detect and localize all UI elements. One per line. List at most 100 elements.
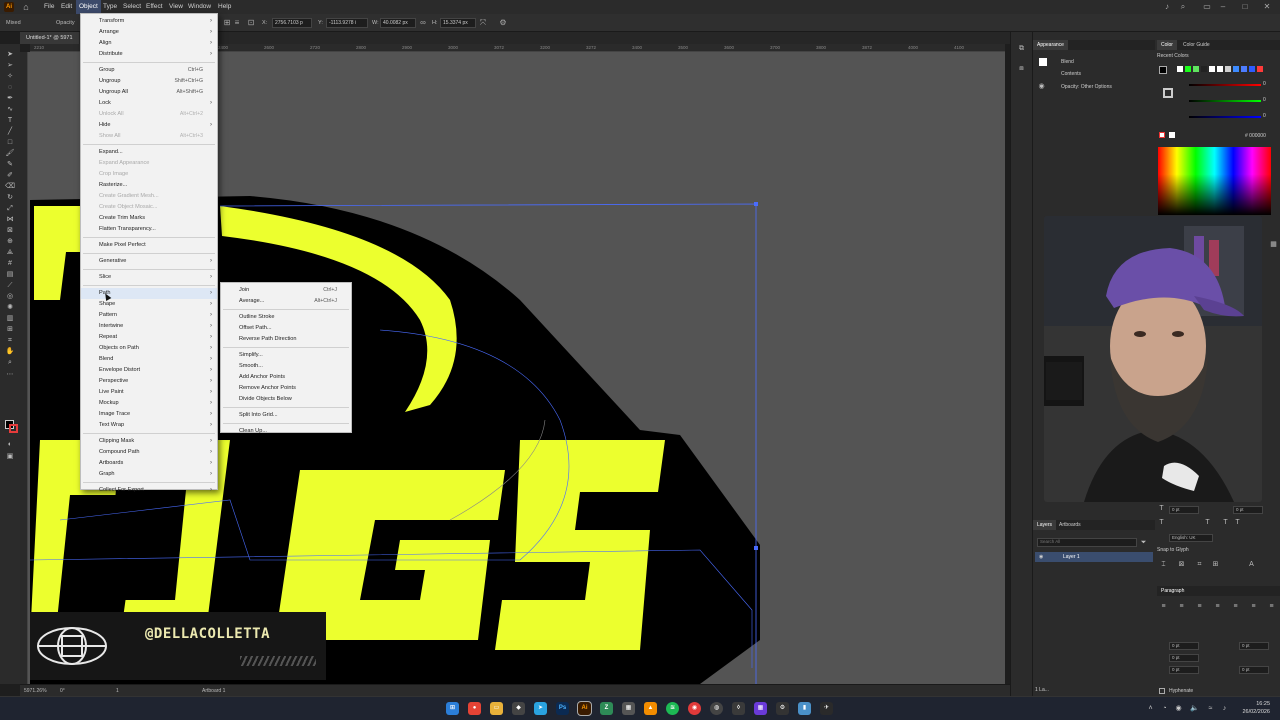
color-spectrum[interactable] — [1158, 147, 1271, 215]
visibility-eye-icon[interactable]: ◉ — [1037, 82, 1046, 91]
document-tab[interactable]: Untitled-1* @ 5971 — [20, 32, 79, 44]
menu-item-make-pixel-perfect[interactable]: Make Pixel Perfect — [81, 240, 217, 251]
mesh-tool-icon[interactable]: # — [4, 259, 16, 268]
volume-icon[interactable]: 🔈 — [1190, 704, 1199, 713]
search-icon[interactable]: ⌕ — [1178, 2, 1188, 12]
menu-item-offset-path[interactable]: Offset Path... — [221, 323, 351, 334]
menu-item-pattern[interactable]: Pattern › — [81, 310, 217, 321]
menu-view[interactable]: View — [169, 0, 183, 14]
menu-item-clean-up[interactable]: Clean Up... — [221, 426, 351, 437]
menu-item-path[interactable]: Path › — [81, 288, 217, 299]
menu-item-lock[interactable]: Lock › — [81, 98, 217, 109]
menu-item-objects-on-path[interactable]: Objects on Path › — [81, 343, 217, 354]
snap-baseline-icon[interactable]: ⌶ — [1159, 560, 1168, 569]
green-value[interactable]: 0 — [1263, 96, 1266, 104]
menu-item-arrange[interactable]: Arrange › — [81, 27, 217, 38]
menu-item-clipping-mask[interactable]: Clipping Mask › — [81, 436, 217, 447]
app-icon[interactable]: ▦ — [754, 702, 767, 715]
space-after-field[interactable]: 0 pt — [1239, 666, 1269, 674]
menu-item-outline-stroke[interactable]: Outline Stroke — [221, 312, 351, 323]
pencil-tool-icon[interactable]: ✎ — [4, 160, 16, 169]
hyphenate-checkbox[interactable] — [1159, 688, 1165, 694]
recent-color-swatch[interactable] — [1225, 66, 1231, 72]
menu-item-flatten-transparency[interactable]: Flatten Transparency... — [81, 224, 217, 235]
menu-item-live-paint[interactable]: Live Paint › — [81, 387, 217, 398]
screen-mode-icon[interactable]: ▣ — [4, 452, 16, 461]
layer-row[interactable]: ◉ Layer 1 — [1035, 552, 1153, 562]
hex-value[interactable]: # 000000 — [1245, 132, 1266, 140]
tab-color-guide[interactable]: Color Guide — [1179, 40, 1214, 50]
menu-item-ungroup-all[interactable]: Ungroup All Alt+Shift+G — [81, 87, 217, 98]
align-icon[interactable]: ⊞ — [222, 18, 232, 28]
align-center-icon[interactable]: ≡ — [1177, 602, 1186, 611]
leading-field[interactable]: 0 pt — [1233, 506, 1263, 514]
eraser-tool-icon[interactable]: ⌫ — [4, 182, 16, 191]
curvature-tool-icon[interactable]: ∿ — [4, 105, 16, 114]
blue-value[interactable]: 0 — [1263, 112, 1266, 120]
recent-color-swatch[interactable] — [1249, 66, 1255, 72]
layer-visibility-icon[interactable]: ◉ — [1039, 553, 1043, 561]
font-size-field[interactable]: 0 pt — [1169, 506, 1199, 514]
menu-edit[interactable]: Edit — [61, 0, 72, 14]
pen-tool-icon[interactable]: ✒ — [4, 94, 16, 103]
menu-item-unlock-all[interactable]: Unlock All Alt+Ctrl+2 — [81, 109, 217, 120]
paintbrush-tool-icon[interactable]: 🖌 — [4, 149, 16, 158]
vlc-icon[interactable]: ▲ — [644, 702, 657, 715]
recent-color-swatch[interactable] — [1193, 66, 1199, 72]
menu-item-divide-objects-below[interactable]: Divide Objects Below — [221, 394, 351, 405]
menu-item-mockup[interactable]: Mockup › — [81, 398, 217, 409]
menu-item-remove-anchor-points[interactable]: Remove Anchor Points — [221, 383, 351, 394]
wifi-icon[interactable]: ≈ — [1206, 704, 1215, 713]
more-tools-icon[interactable]: ⋯ — [4, 370, 16, 379]
left-indent-field[interactable]: 0 pt — [1169, 642, 1199, 650]
illustrator-taskbar-icon[interactable]: Ai — [577, 701, 592, 716]
menu-item-create-trim-marks[interactable]: Create Trim Marks — [81, 213, 217, 224]
stroke-swatch[interactable] — [9, 424, 18, 433]
menu-item-shape[interactable]: Shape › — [81, 299, 217, 310]
menu-item-expand-appearance[interactable]: Expand Appearance — [81, 158, 217, 169]
none-swatch[interactable] — [1159, 132, 1165, 138]
github-icon[interactable]: ◆ — [512, 702, 525, 715]
zoom-tool-icon[interactable]: ⌕ — [4, 358, 16, 367]
app-icon[interactable]: ▮ — [798, 702, 811, 715]
appearance-opacity-label[interactable]: Opacity: Other Options — [1061, 83, 1112, 91]
menu-item-intertwine[interactable]: Intertwine › — [81, 321, 217, 332]
windows-start-icon[interactable]: ⊞ — [446, 702, 459, 715]
tab-artboards[interactable]: Artboards — [1055, 520, 1085, 530]
hex-text[interactable]: 000000 — [1249, 133, 1266, 139]
workspace-icon[interactable]: ▭ — [1202, 2, 1212, 12]
shaper-tool-icon[interactable]: ✐ — [4, 171, 16, 180]
menu-item-ungroup[interactable]: Ungroup Shift+Ctrl+G — [81, 76, 217, 87]
recent-color-swatch[interactable] — [1217, 66, 1223, 72]
first-indent-field[interactable]: 0 pt — [1169, 654, 1199, 662]
snap-proximity-icon[interactable]: ⊞ — [1211, 560, 1220, 569]
menu-item-average[interactable]: Average... Alt+Ctrl+J — [221, 296, 351, 307]
filter-icon[interactable]: ⏷ — [1139, 538, 1148, 547]
grid-icon[interactable]: ▦ — [1269, 240, 1278, 249]
app-icon[interactable]: ▦ — [622, 702, 635, 715]
menu-file[interactable]: File — [44, 0, 54, 14]
free-transform-tool-icon[interactable]: ⊠ — [4, 226, 16, 235]
gradient-tool-icon[interactable]: ▤ — [4, 270, 16, 279]
width-tool-icon[interactable]: ⋈ — [4, 215, 16, 224]
selection-tool-icon[interactable]: ➤ — [4, 50, 16, 59]
maximize-icon[interactable]: □ — [1240, 2, 1250, 12]
obs-icon[interactable]: ◍ — [710, 702, 723, 715]
recent-color-swatch[interactable] — [1233, 66, 1239, 72]
chrome-icon[interactable]: ● — [468, 702, 481, 715]
menu-item-reverse-path-direction[interactable]: Reverse Path Direction — [221, 334, 351, 345]
menu-effect[interactable]: Effect — [146, 0, 163, 14]
hand-tool-icon[interactable]: ✋ — [4, 347, 16, 356]
telegram-icon[interactable]: ➤ — [534, 702, 547, 715]
appearance-blend-label[interactable]: Blend — [1061, 58, 1074, 66]
link-icon[interactable]: ∞ — [418, 18, 428, 28]
align-left-icon[interactable]: ≡ — [1159, 602, 1168, 611]
app-icon[interactable]: Z — [600, 702, 613, 715]
line-tool-icon[interactable]: ╱ — [4, 127, 16, 136]
menu-item-simplify[interactable]: Simplify... — [221, 350, 351, 361]
menu-item-add-anchor-points[interactable]: Add Anchor Points — [221, 372, 351, 383]
color-stroke-swatch[interactable] — [1163, 88, 1173, 98]
menu-item-distribute[interactable]: Distribute › — [81, 49, 217, 60]
minimize-icon[interactable]: – — [1218, 2, 1228, 12]
justify-all-icon[interactable]: ≡ — [1267, 602, 1276, 611]
